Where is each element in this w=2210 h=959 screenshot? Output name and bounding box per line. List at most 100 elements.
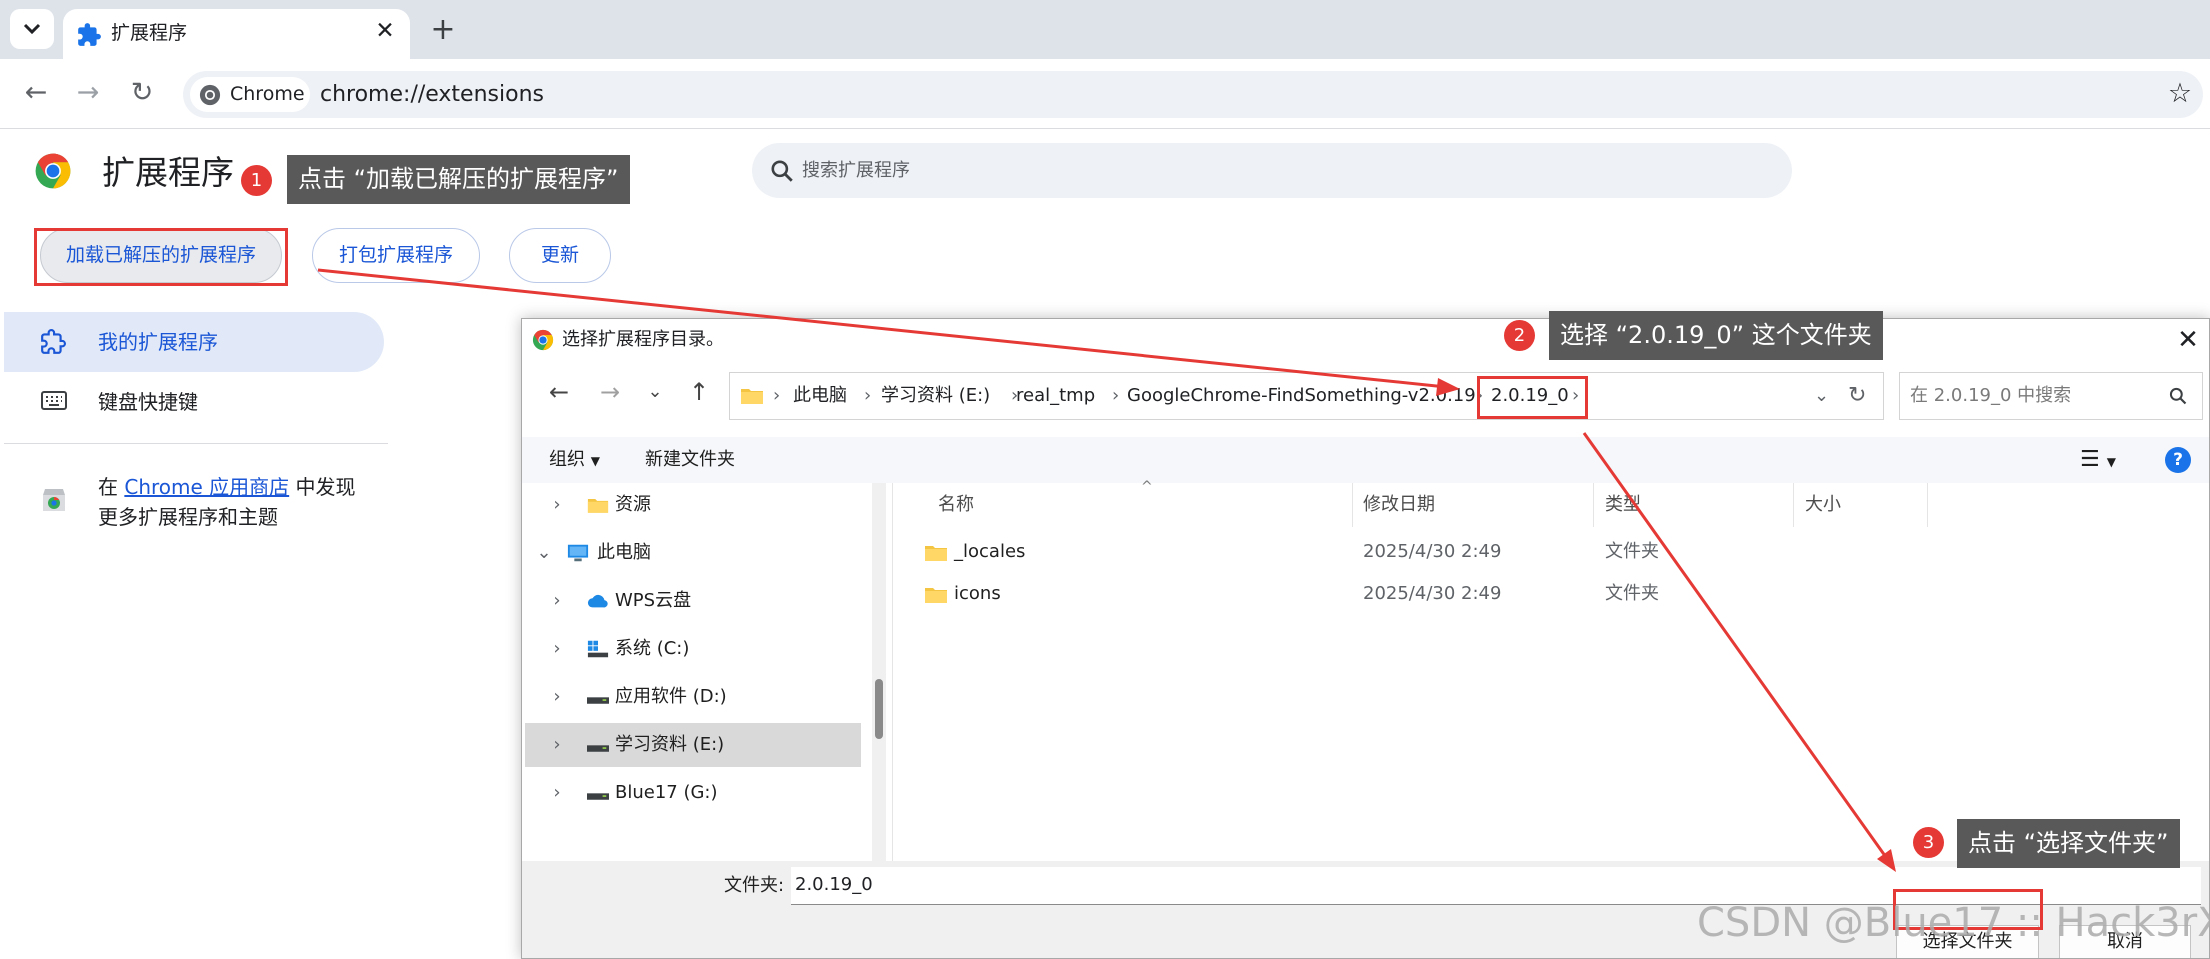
breadcrumb-separator-icon: › (1112, 385, 1120, 406)
tree-label: 系统 (C:) (615, 638, 690, 659)
expand-chevron-icon[interactable]: › (547, 579, 567, 623)
file-row[interactable]: icons 2025/4/30 2:49 文件夹 (893, 573, 2209, 615)
bookmark-star-icon[interactable]: ☆ (2161, 75, 2199, 113)
web-store-promo: 在 Chrome 应用商店 中发现更多扩展程序和主题 (98, 472, 358, 532)
tree-item-selected[interactable]: › 学习资料 (E:) (525, 723, 861, 767)
tree-scrollbar[interactable] (872, 483, 886, 861)
column-divider[interactable] (1352, 483, 1353, 527)
web-store-link[interactable]: Chrome 应用商店 (124, 475, 289, 499)
dialog-title: 选择扩展程序目录。 (562, 329, 724, 350)
search-extensions-input[interactable]: 搜索扩展程序 (752, 143, 1792, 198)
folder-name-value: 2.0.19_0 (795, 874, 873, 895)
up-arrow-icon[interactable]: ↑ (682, 375, 716, 409)
page-title: 扩展程序 (102, 153, 234, 192)
collapse-chevron-icon[interactable]: ⌄ (534, 531, 554, 575)
folder-icon (741, 389, 763, 404)
expand-chevron-icon[interactable]: › (547, 627, 567, 671)
search-placeholder: 搜索扩展程序 (802, 160, 910, 181)
update-button[interactable]: 更新 (509, 228, 611, 283)
forward-arrow-icon[interactable]: → (593, 375, 627, 409)
file-row[interactable]: _locales 2025/4/30 2:49 文件夹 (893, 531, 2209, 573)
folder-icon (925, 546, 947, 561)
tree-item[interactable]: ⌄ 此电脑 (525, 531, 861, 575)
tree-label: 应用软件 (D:) (615, 686, 727, 707)
keyboard-icon (41, 391, 67, 410)
search-placeholder: 在 2.0.19_0 中搜索 (1910, 385, 2072, 406)
column-header-modified[interactable]: 修改日期 (1363, 483, 1435, 527)
tree-item[interactable]: › 系统 (C:) (525, 627, 861, 671)
pc-icon (567, 544, 589, 562)
tree-label: Blue17 (G:) (615, 782, 718, 803)
file-modified: 2025/4/30 2:49 (1363, 583, 1502, 604)
close-icon[interactable]: ✕ (2170, 322, 2206, 358)
history-chevron-icon[interactable]: ⌄ (1814, 373, 1829, 419)
column-header-name[interactable]: 名称 (938, 483, 974, 527)
sidebar-item-my-extensions[interactable]: 我的扩展程序 (4, 312, 384, 372)
windows-drive-icon (587, 640, 609, 658)
tab-title: 扩展程序 (111, 22, 188, 44)
file-name: _locales (954, 541, 1026, 562)
column-header-type[interactable]: 类型 (1605, 483, 1641, 527)
tab-search-button[interactable] (10, 9, 54, 49)
help-icon[interactable]: ? (2165, 447, 2191, 473)
expand-chevron-icon[interactable]: › (547, 771, 567, 815)
file-type: 文件夹 (1605, 541, 1659, 562)
chrome-logo-icon (199, 84, 221, 106)
sort-ascending-icon: ^ (1141, 479, 1153, 495)
url-text[interactable]: chrome://extensions (320, 71, 544, 118)
sidebar-item-shortcuts[interactable]: 键盘快捷键 (4, 372, 384, 432)
organize-menu-button[interactable]: 组织 ▼ (549, 437, 600, 484)
tree-item[interactable]: › 应用软件 (D:) (525, 675, 861, 719)
recent-locations-chevron-icon[interactable]: ⌄ (638, 375, 672, 409)
annotation-highlight-1 (34, 228, 288, 286)
column-divider[interactable] (1793, 483, 1794, 527)
tree-label: 此电脑 (597, 542, 651, 563)
forward-arrow-icon[interactable]: → (68, 73, 108, 113)
breadcrumb-project-folder[interactable]: GoogleChrome-FindSomething-v2.0.19 (1127, 373, 1476, 419)
dropdown-arrow-icon: ▼ (590, 454, 600, 468)
expand-chevron-icon[interactable]: › (547, 723, 567, 767)
new-tab-button[interactable]: + (425, 13, 461, 49)
new-folder-button[interactable]: 新建文件夹 (645, 437, 735, 483)
watermark-text: CSDN @Blue17 :: Hack3rX (1697, 900, 2210, 946)
refresh-icon[interactable]: ↻ (1848, 373, 1866, 419)
reload-icon[interactable]: ↻ (122, 73, 162, 113)
sidebar-item-label: 键盘快捷键 (98, 390, 198, 414)
folder-search-input[interactable]: 在 2.0.19_0 中搜索 (1899, 372, 2203, 420)
expand-chevron-icon[interactable]: › (547, 483, 567, 527)
expand-chevron-icon[interactable]: › (547, 675, 567, 719)
tree-item[interactable]: › Blue17 (G:) (525, 771, 861, 815)
scrollbar-thumb[interactable] (875, 679, 883, 739)
annotation-callout-3: 点击 “选择文件夹” (1957, 819, 2180, 868)
tree-item[interactable]: › WPS云盘 (525, 579, 861, 623)
drive-icon (587, 745, 609, 752)
file-modified: 2025/4/30 2:49 (1363, 541, 1502, 562)
organize-label: 组织 (549, 449, 585, 470)
chrome-logo-icon (35, 153, 71, 189)
tab-extensions[interactable]: 扩展程序 ✕ (63, 9, 410, 59)
cloud-icon (587, 594, 608, 608)
chrome-chip[interactable]: Chrome (190, 77, 310, 112)
back-arrow-icon[interactable]: ← (16, 73, 56, 113)
view-options-icon[interactable]: ☰ ▼ (2080, 437, 2116, 485)
annotation-number-2: 2 (1504, 320, 1535, 351)
browser-toolbar: ← → ↻ Chrome chrome://extensions ☆ (0, 59, 2210, 129)
tree-label: WPS云盘 (615, 590, 692, 611)
column-header-size[interactable]: 大小 (1805, 483, 1841, 527)
back-arrow-icon[interactable]: ← (542, 375, 576, 409)
file-name: icons (954, 583, 1001, 604)
tree-label: 资源 (615, 494, 651, 515)
pack-extension-button[interactable]: 打包扩展程序 (312, 228, 480, 283)
tree-item[interactable]: › 资源 (525, 483, 861, 527)
column-divider[interactable] (1593, 483, 1594, 527)
drive-icon (587, 793, 609, 800)
folder-field-label: 文件夹: (724, 875, 785, 896)
folder-icon (587, 499, 609, 513)
breadcrumb-drive-e[interactable]: 学习资料 (E:) (881, 373, 990, 419)
close-tab-icon[interactable]: ✕ (370, 16, 400, 46)
breadcrumb-real-tmp[interactable]: real_tmp (1016, 373, 1095, 419)
address-bar[interactable]: Chrome chrome://extensions ☆ (183, 71, 2203, 118)
breadcrumb-this-pc[interactable]: 此电脑 (793, 373, 847, 419)
column-divider[interactable] (1927, 483, 1928, 527)
address-breadcrumb[interactable]: › 此电脑 › 学习资料 (E:) › real_tmp › GoogleChr… (729, 372, 1884, 420)
